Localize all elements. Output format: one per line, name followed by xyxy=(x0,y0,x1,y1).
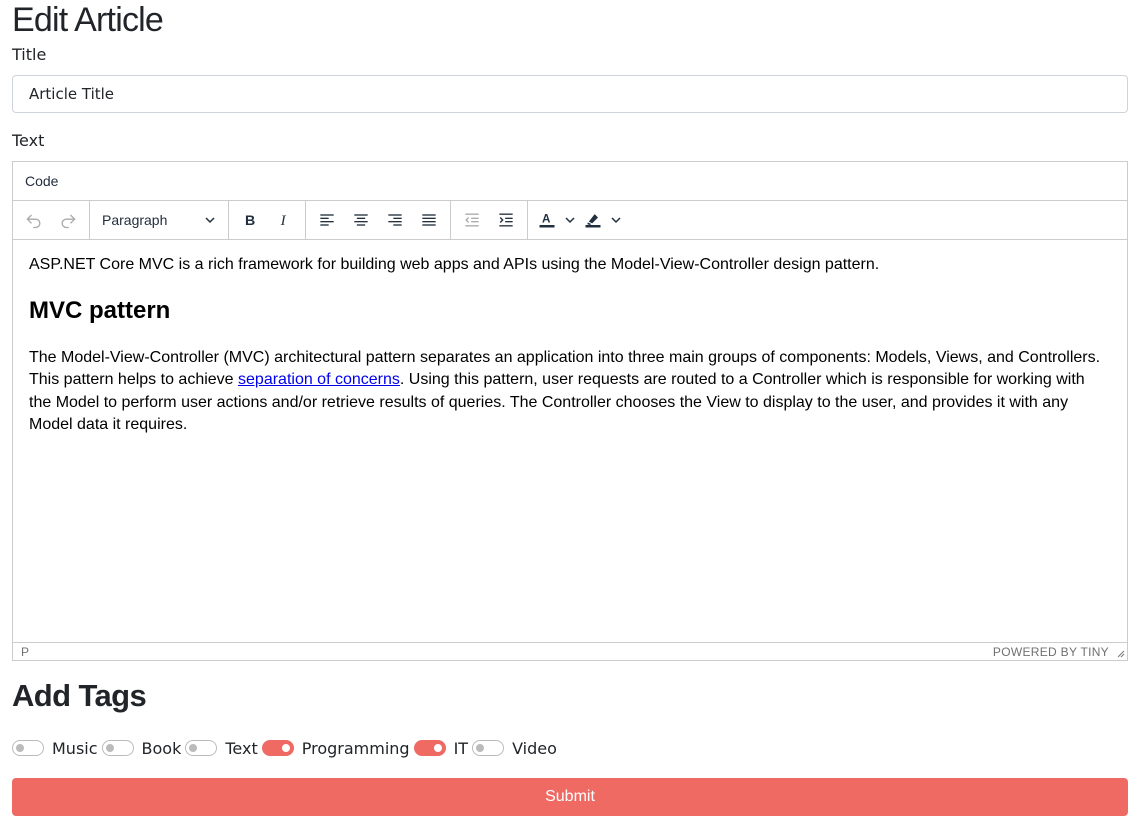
redo-icon xyxy=(61,214,76,229)
powered-by-link[interactable]: POWERED BY TINY xyxy=(993,645,1109,659)
svg-text:B: B xyxy=(245,213,255,229)
undo-icon xyxy=(26,214,41,229)
align-center-icon xyxy=(354,214,368,226)
intro-paragraph: ASP.NET Core MVC is a rich framework for… xyxy=(29,256,880,273)
tag-video: Video xyxy=(472,739,557,758)
editor-toolbar: Paragraph B I A xyxy=(13,201,1127,240)
text-color-icon: A xyxy=(539,213,555,228)
tag-programming-label: Programming xyxy=(301,738,410,758)
editor-content[interactable]: ASP.NET Core MVC is a rich framework for… xyxy=(13,240,1127,642)
title-label: Title xyxy=(12,45,47,64)
indent-button[interactable] xyxy=(489,205,523,235)
indent-group xyxy=(451,201,528,239)
menu-code[interactable]: Code xyxy=(19,173,64,189)
tag-video-label: Video xyxy=(512,738,557,758)
align-left-button[interactable] xyxy=(310,205,344,235)
tags-title: Add Tags xyxy=(12,678,147,713)
outdent-button[interactable] xyxy=(455,205,489,235)
align-group xyxy=(306,201,451,239)
tag-book: Book xyxy=(101,738,182,758)
title-input[interactable] xyxy=(12,75,1128,113)
block-format-value: Paragraph xyxy=(102,212,168,228)
rich-text-editor: Code Paragraph B I A ASP.NET Core MVC is… xyxy=(12,161,1128,661)
tag-video-toggle[interactable] xyxy=(472,740,505,756)
tag-music-label: Music xyxy=(52,738,98,758)
chevron-down-icon xyxy=(205,217,215,224)
tag-it-label: IT xyxy=(453,738,469,758)
tag-book-toggle[interactable] xyxy=(101,740,134,756)
align-justify-icon xyxy=(422,214,436,226)
redo-button[interactable] xyxy=(51,205,85,235)
tag-programming-toggle[interactable] xyxy=(261,740,294,756)
outdent-icon xyxy=(465,213,479,227)
align-center-button[interactable] xyxy=(344,205,378,235)
element-path[interactable]: P xyxy=(21,645,29,659)
editor-statusbar: P POWERED BY TINY xyxy=(13,642,1127,660)
chevron-down-icon xyxy=(611,217,621,224)
align-right-button[interactable] xyxy=(378,205,412,235)
tag-it-toggle[interactable] xyxy=(413,740,446,756)
color-group: A xyxy=(528,201,628,239)
svg-text:I: I xyxy=(280,213,287,229)
format-group: B I xyxy=(229,201,306,239)
tag-programming: Programming xyxy=(261,738,410,758)
bold-icon: B xyxy=(245,213,255,229)
history-group xyxy=(13,201,90,239)
undo-button[interactable] xyxy=(17,205,51,235)
tag-text-toggle[interactable] xyxy=(185,740,218,756)
text-color-button[interactable]: A xyxy=(532,205,578,235)
italic-button[interactable]: I xyxy=(267,205,301,235)
tag-text-label: Text xyxy=(225,738,258,758)
align-left-icon xyxy=(320,214,334,226)
resize-handle-icon[interactable] xyxy=(1115,648,1125,658)
block-format-select[interactable]: Paragraph xyxy=(94,205,224,235)
highlight-color-button[interactable] xyxy=(578,205,624,235)
text-label: Text xyxy=(12,131,45,150)
body-paragraph: The Model-View-Controller (MVC) architec… xyxy=(29,347,1111,437)
content-heading: MVC pattern xyxy=(29,296,171,324)
tag-music-toggle[interactable] xyxy=(12,740,44,756)
highlight-color-icon xyxy=(585,214,601,228)
tag-it: IT xyxy=(413,738,469,758)
submit-button[interactable]: Submit xyxy=(12,778,1128,816)
svg-text:A: A xyxy=(542,213,551,226)
bold-button[interactable]: B xyxy=(233,205,267,235)
separation-of-concerns-link[interactable]: separation of concerns xyxy=(238,371,400,388)
indent-icon xyxy=(499,213,513,227)
align-justify-button[interactable] xyxy=(412,205,446,235)
tag-text: Text xyxy=(185,738,258,758)
page-title: Edit Article xyxy=(12,1,164,39)
italic-icon: I xyxy=(280,213,287,229)
align-right-icon xyxy=(388,214,402,226)
tag-book-label: Book xyxy=(141,738,182,758)
block-format-group: Paragraph xyxy=(90,201,229,239)
tag-music: Music xyxy=(12,739,98,758)
chevron-down-icon xyxy=(565,217,575,224)
editor-menubar: Code xyxy=(13,162,1127,201)
tags-list: Music Book Text Programming IT Video xyxy=(12,737,561,759)
